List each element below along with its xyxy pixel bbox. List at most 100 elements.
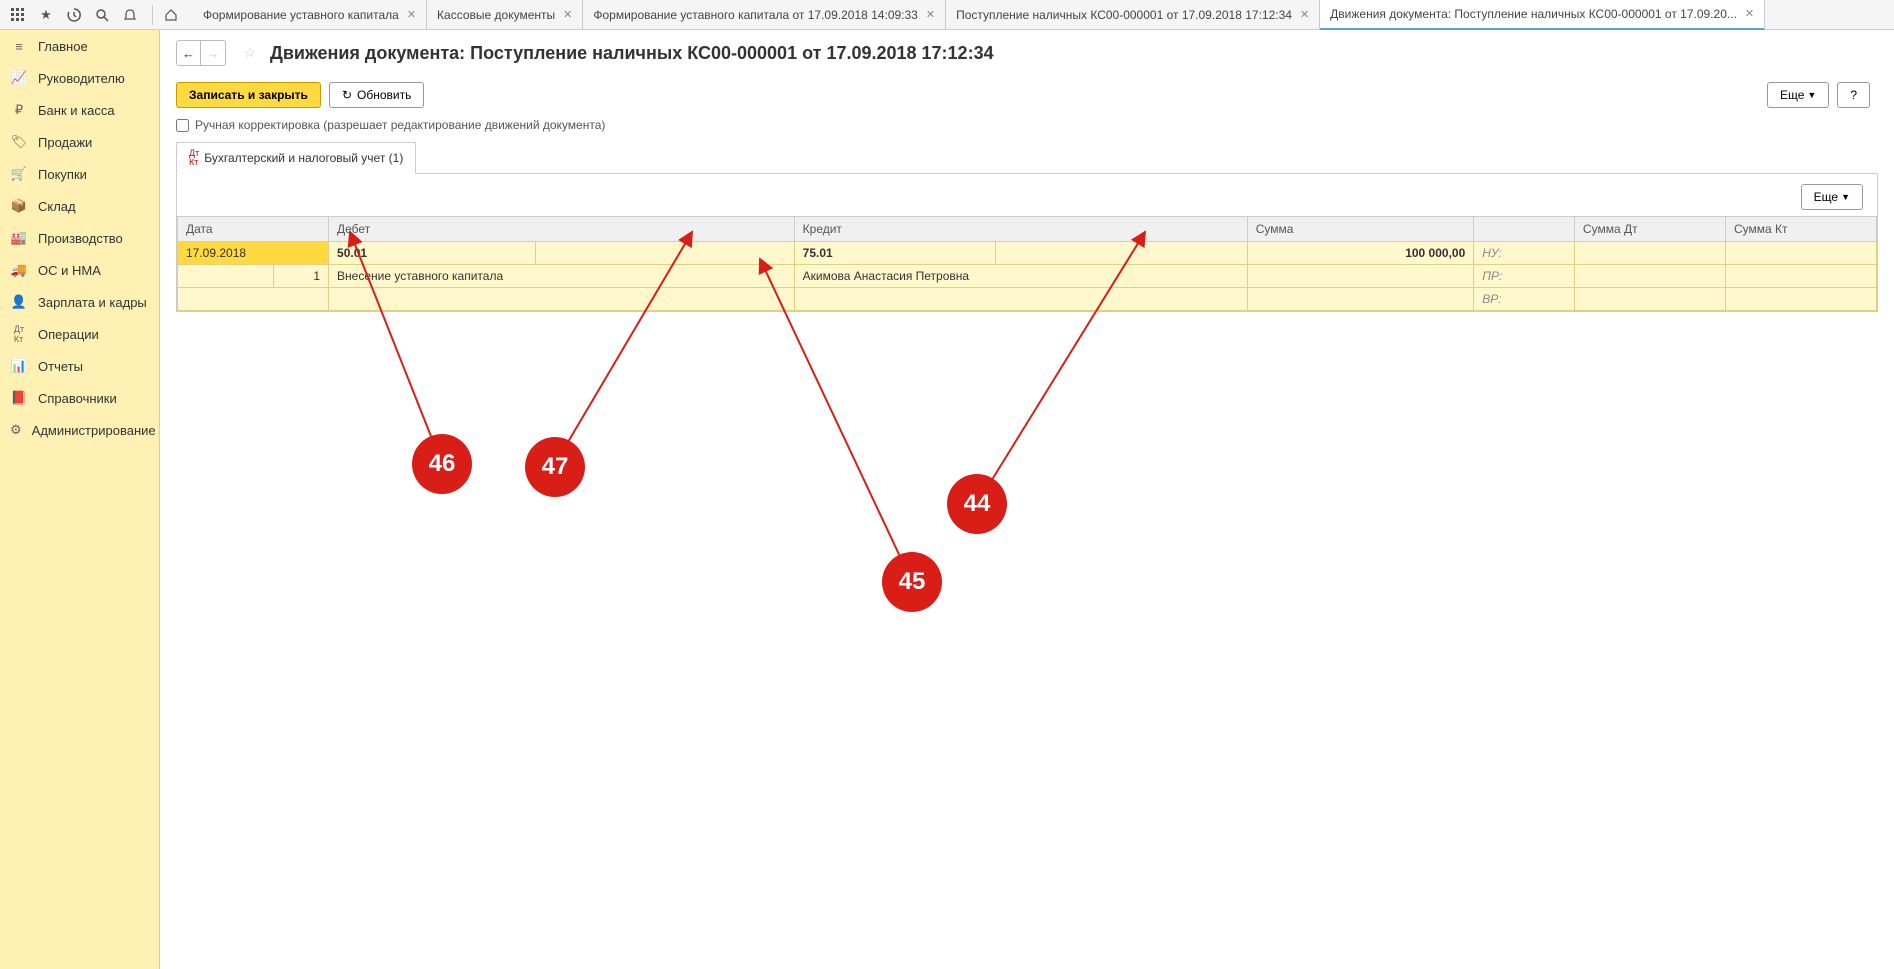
favorite-star-icon[interactable]: ☆ bbox=[238, 41, 262, 65]
cell-rownum: 1 bbox=[274, 265, 329, 288]
close-icon[interactable]: ✕ bbox=[407, 8, 416, 21]
table-row[interactable]: 1 Внесение уставного капитала Акимова Ан… bbox=[178, 265, 1877, 288]
sidebar-item-label: Администрирование bbox=[32, 423, 156, 438]
cell-credit-account: 75.01 bbox=[794, 242, 995, 265]
th-sum[interactable]: Сумма bbox=[1247, 217, 1474, 242]
th-sumkt[interactable]: Сумма Кт bbox=[1725, 217, 1876, 242]
tab-2[interactable]: Формирование уставного капитала от 17.09… bbox=[583, 0, 946, 30]
sidebar-item-production[interactable]: 🏭Производство bbox=[0, 222, 159, 254]
chevron-down-icon: ▼ bbox=[1841, 192, 1850, 202]
th-blank[interactable] bbox=[1474, 217, 1575, 242]
tab-3[interactable]: Поступление наличных КС00-000001 от 17.0… bbox=[946, 0, 1320, 30]
tab-label: Движения документа: Поступление наличных… bbox=[1330, 7, 1737, 21]
checkbox-label: Ручная корректировка (разрешает редактир… bbox=[195, 118, 605, 132]
apps-icon[interactable] bbox=[6, 3, 30, 27]
page-title: Движения документа: Поступление наличных… bbox=[270, 43, 994, 64]
th-debit[interactable]: Дебет bbox=[329, 217, 795, 242]
sidebar-item-manager[interactable]: 📈Руководителю bbox=[0, 62, 159, 94]
tab-1[interactable]: Кассовые документы ✕ bbox=[427, 0, 583, 30]
search-icon[interactable] bbox=[90, 3, 114, 27]
tab-label: Формирование уставного капитала от 17.09… bbox=[593, 8, 918, 22]
tab-label: Кассовые документы bbox=[437, 8, 555, 22]
data-table: Дата Дебет Кредит Сумма Сумма Дт Сумма К… bbox=[177, 216, 1877, 311]
sidebar-item-label: Склад bbox=[38, 199, 76, 214]
factory-icon: 🏭 bbox=[10, 229, 28, 247]
tab-4[interactable]: Движения документа: Поступление наличных… bbox=[1320, 0, 1765, 30]
sidebar-item-assets[interactable]: 🚚 ОС и НМА bbox=[0, 254, 159, 286]
close-icon[interactable]: ✕ bbox=[926, 8, 935, 21]
home-icon[interactable] bbox=[159, 3, 183, 27]
divider bbox=[152, 5, 153, 25]
dtkt-icon: ДтКт bbox=[189, 149, 199, 167]
nav-forward[interactable]: → bbox=[201, 41, 225, 65]
sidebar-item-operations[interactable]: ДтКтОперации bbox=[0, 318, 159, 350]
sidebar-item-directories[interactable]: 📕Справочники bbox=[0, 382, 159, 414]
help-button[interactable]: ? bbox=[1837, 82, 1870, 108]
history-icon[interactable] bbox=[62, 3, 86, 27]
cell-nu: НУ: bbox=[1474, 242, 1575, 265]
nav-back[interactable]: ← bbox=[177, 41, 201, 65]
th-sumdt[interactable]: Сумма Дт bbox=[1574, 217, 1725, 242]
cell-blank bbox=[178, 265, 274, 288]
inner-tabs: ДтКт Бухгалтерский и налоговый учет (1) bbox=[176, 142, 1878, 174]
cell-debit-account: 50.01 bbox=[329, 242, 536, 265]
manual-correction-checkbox[interactable] bbox=[176, 119, 189, 132]
cell-blank bbox=[535, 242, 794, 265]
table-row[interactable]: ВР: bbox=[178, 288, 1877, 311]
annotation-45: 45 bbox=[882, 552, 942, 612]
manual-correction-row: Ручная корректировка (разрешает редактир… bbox=[176, 118, 1878, 132]
sidebar-item-label: Главное bbox=[38, 39, 88, 54]
title-row: ← → ☆ Движения документа: Поступление на… bbox=[176, 40, 1878, 66]
cell-blank bbox=[1725, 242, 1876, 265]
sidebar-item-purchases[interactable]: 🛒Покупки bbox=[0, 158, 159, 190]
close-icon[interactable]: ✕ bbox=[1300, 8, 1309, 21]
sidebar-item-label: ОС и НМА bbox=[38, 263, 101, 278]
sidebar-item-sales[interactable]: 🏷Продажи bbox=[0, 126, 159, 158]
refresh-button[interactable]: ↻Обновить bbox=[329, 82, 424, 108]
cell-credit-desc: Акимова Анастасия Петровна bbox=[794, 265, 1247, 288]
button-label: Еще bbox=[1780, 88, 1804, 102]
truck-icon: 🚚 bbox=[10, 261, 28, 279]
refresh-icon: ↻ bbox=[342, 88, 352, 102]
sidebar-item-admin[interactable]: ⚙Администрирование bbox=[0, 414, 159, 446]
table-row[interactable]: 17.09.2018 50.01 75.01 100 000,00 НУ: bbox=[178, 242, 1877, 265]
accounting-tab[interactable]: ДтКт Бухгалтерский и налоговый учет (1) bbox=[176, 142, 416, 174]
cell-vr: ВР: bbox=[1474, 288, 1575, 311]
more-button[interactable]: Еще▼ bbox=[1767, 82, 1829, 108]
sidebar-item-label: Руководителю bbox=[38, 71, 125, 86]
cell-blank bbox=[1247, 288, 1474, 311]
save-close-button[interactable]: Записать и закрыть bbox=[176, 82, 321, 108]
tab-label: Бухгалтерский и налоговый учет (1) bbox=[204, 151, 403, 165]
th-credit[interactable]: Кредит bbox=[794, 217, 1247, 242]
annotation-44: 44 bbox=[947, 474, 1007, 534]
top-iconbar: ★ Формирование уставного капитала ✕ Кассо… bbox=[0, 0, 1894, 30]
cell-blank bbox=[1574, 242, 1725, 265]
tab-label: Формирование уставного капитала bbox=[203, 8, 399, 22]
cell-blank bbox=[1725, 288, 1876, 311]
close-icon[interactable]: ✕ bbox=[1745, 7, 1754, 20]
ruble-icon: ₽ bbox=[10, 101, 28, 119]
bell-icon[interactable] bbox=[118, 3, 142, 27]
table-more-button[interactable]: Еще▼ bbox=[1801, 184, 1863, 210]
sidebar-item-label: Справочники bbox=[38, 391, 117, 406]
tab-0[interactable]: Формирование уставного капитала ✕ bbox=[193, 0, 427, 30]
sidebar-item-warehouse[interactable]: 📦Склад bbox=[0, 190, 159, 222]
person-icon: 👤 bbox=[10, 293, 28, 311]
sidebar-item-salary[interactable]: 👤 Зарплата и кадры bbox=[0, 286, 159, 318]
sidebar-item-label: Покупки bbox=[38, 167, 87, 182]
sidebar: ≡ Главное 📈Руководителю ₽Банк и касса 🏷Пр… bbox=[0, 30, 160, 969]
cell-blank bbox=[178, 288, 329, 311]
star-icon[interactable]: ★ bbox=[34, 3, 58, 27]
th-date[interactable]: Дата bbox=[178, 217, 329, 242]
close-icon[interactable]: ✕ bbox=[563, 8, 572, 21]
cell-blank bbox=[1247, 265, 1474, 288]
annotation-47: 47 bbox=[525, 437, 585, 497]
sidebar-item-main[interactable]: ≡ Главное bbox=[0, 30, 159, 62]
sidebar-item-reports[interactable]: 📊Отчеты bbox=[0, 350, 159, 382]
cell-blank bbox=[1574, 288, 1725, 311]
cell-blank bbox=[794, 288, 1247, 311]
sidebar-item-label: Зарплата и кадры bbox=[38, 295, 147, 310]
sidebar-item-bank[interactable]: ₽Банк и касса bbox=[0, 94, 159, 126]
toolbar: Записать и закрыть ↻Обновить Еще▼ ? bbox=[176, 82, 1878, 108]
menu-icon: ≡ bbox=[10, 37, 28, 55]
